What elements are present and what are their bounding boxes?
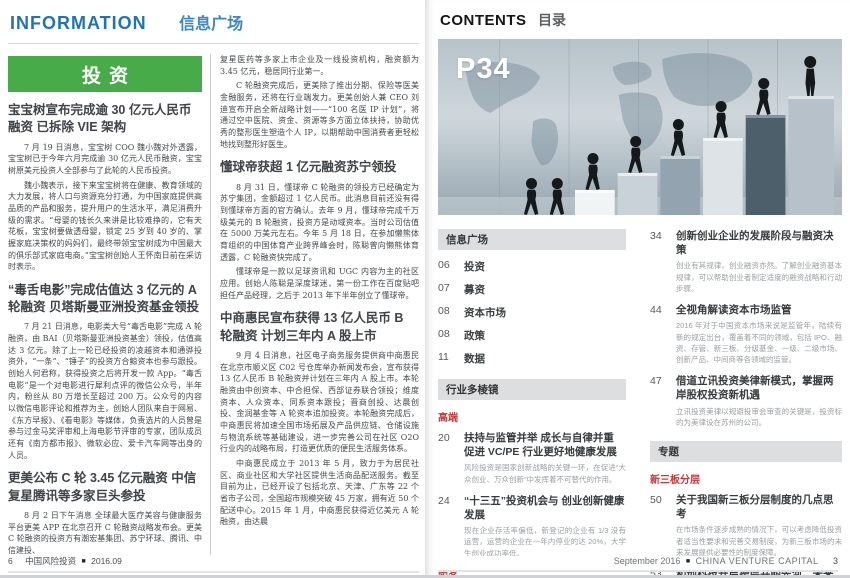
- contents-header: CONTENTS 目录: [438, 8, 842, 36]
- toc-entry-title: 借道立讯投资美律新模式，掌握两岸股权投资新机遇: [676, 374, 842, 402]
- article-title-dushe-movie: “毒舌电影”完成估值达 3 亿元的 A 轮融资 贝塔斯曼亚洲投资基金领投: [8, 282, 202, 317]
- right-footer-month: September 2016: [614, 556, 681, 566]
- toc-entry-title-line2: 促进 VC/PE 行业更好地健康发展: [464, 445, 626, 459]
- toc-column-left: 信息广场 06 投资 07 募资 08 资本市场 08 政策: [438, 229, 640, 578]
- left-page-header: INFORMATION 信息广场: [8, 8, 419, 44]
- article-title-dongqiudi: 懂球帝获超 1 亿元融资苏宁领投: [220, 159, 419, 176]
- toc-entry-title: 资本市场: [464, 305, 506, 320]
- toc-entry-34: 34 创新创业企业的发展阶段与融资决策 创业有其规律，创业融资亦然。了解创业融资…: [650, 229, 842, 294]
- article-paragraph: 中商惠民成立于 2013 年 5 月，致力于为居民社区、商业社区和大学社区提供生…: [220, 458, 419, 528]
- toc-entry-title: “十三五”投资机会与 创业创新健康发展: [464, 494, 626, 522]
- left-page-number: 6: [8, 556, 13, 566]
- left-page-columns: 投资 宝宝树宣布完成逾 30 亿元人民币融资 已拆除 VIE 架构 7 月 19…: [8, 54, 419, 560]
- hero-page-ref: P34: [456, 53, 511, 86]
- magazine-spread: INFORMATION 信息广场 投资 宝宝树宣布完成逾 30 亿元人民币融资 …: [0, 0, 850, 578]
- toc-page-number: 20: [438, 431, 464, 485]
- toc-entry-description: 2016 年对于中国资本市场来说是监管年，陆续有新的规定出台，覆盖着不同的领域，…: [676, 320, 842, 365]
- toc-sublabel-neeq-tiering: 新三板分层: [650, 471, 842, 486]
- toc-entry-body: 关于我国新三板分层制度的几点思考 在市场条件逐步成熟的情况下，可以考虑降低投资者…: [676, 493, 842, 558]
- article-paragraph: 懂球帝是一款以足球资讯和 UGC 内容为主的社区应用。创始人陈聪是深度球迷，第一…: [220, 266, 419, 301]
- toc-entry-title: 数据: [464, 351, 485, 366]
- article-paragraph-continued: 复星医药等多家上市企业及一线投资机构，融资额为 3.45 亿元，稳居同行业第一。: [220, 54, 419, 77]
- toc-entry-capital-market: 08 资本市场: [438, 305, 626, 320]
- article-title-zhongshang-huimin: 中商惠民宣布获得 13 亿人民币 B 轮融资 计划三年内 A 股上市: [220, 310, 419, 345]
- toc-entry-20: 20 扶持与监管并举 成长与自律并重 促进 VC/PE 行业更好地健康发展 风险…: [438, 431, 626, 485]
- information-title-zh: 信息广场: [179, 16, 243, 33]
- toc-page-number: 06: [438, 259, 464, 274]
- toc-page-number: 47: [650, 374, 676, 428]
- article-paragraph: 7 月 19 日消息，宝宝树 COO 魏小魏对外透露，宝宝树已于今年六月完成逾 …: [8, 142, 202, 177]
- toc-section-special-topic: 专题: [650, 441, 842, 462]
- toc-entry-24: 24 “十三五”投资机会与 创业创新健康发展 现在企业存活率偏低，新登记的企业有…: [438, 494, 626, 559]
- right-page-number: 3: [833, 556, 838, 566]
- toc-page-number: 11: [438, 351, 464, 366]
- toc-entry-50: 50 关于我国新三板分层制度的几点思考 在市场条件逐步成熟的情况下，可以考虑降低…: [650, 493, 842, 558]
- toc-entry-body: 全视角解读资本市场监管 2016 年对于中国资本市场来说是监管年，陆续有新的规定…: [676, 303, 842, 365]
- toc-entry-title: 募资: [464, 282, 485, 297]
- toc-entry-body: 借道立讯投资美律新模式，掌握两岸股权投资新机遇 立讯投资美律以规避投审会审查的关…: [676, 374, 842, 428]
- article-paragraph: C 轮融资完成后，更美除了推出分期、保险等医美金融服务，还将在行业端发力。更美创…: [220, 80, 419, 150]
- toc-page-number: 50: [650, 493, 676, 558]
- toc-entry-description: 在市场条件逐步成熟的情况下，可以考虑降低投资者适当性要求和完善交易制度，为新三板…: [676, 524, 842, 558]
- toc-section-info-plaza: 信息广场: [438, 229, 626, 250]
- toc-page-number: 08: [438, 328, 464, 343]
- article-paragraph: 魏小魏表示，接下来宝宝树将在健康、教育领域的大力发展，将人口与资源充分打通，为中…: [8, 180, 202, 273]
- toc-page-number: 08: [438, 305, 464, 320]
- toc-entry-description: 风险投资是国家创新战略的关键一环，在促进“大众创业、万众创新”中发挥着不可替代的…: [464, 462, 626, 485]
- toc-entry-fundraising: 07 募资: [438, 282, 626, 297]
- article-paragraph: 9 月 4 日消息，社区电子商务服务提供商中商惠民在北京市顺义区 C02 号仓库…: [220, 350, 419, 455]
- right-footer-brand: CHINA VENTURE CAPITAL: [696, 556, 819, 566]
- toc-entry-title: 投资: [464, 259, 485, 274]
- toc-page-number: 34: [650, 229, 676, 294]
- contents-title-en: CONTENTS: [440, 12, 527, 29]
- article-title-gengmei: 更美公布 C 轮 3.45 亿元融资 中信复星腾讯等多家巨头参投: [8, 470, 202, 505]
- hero-image-career-steps: P34: [438, 39, 842, 215]
- toc-entry-title: 关于我国新三板分层制度的几点思考: [676, 493, 842, 521]
- toc-sublabel-highend: 高端: [438, 409, 626, 424]
- left-page-footer: 6 中国风险投资 ■ 2016.09: [8, 555, 419, 573]
- toc-entry-title: 全视角解读资本市场监管: [676, 303, 842, 317]
- toc-entry-title: 政策: [464, 328, 485, 343]
- footer-square-separator: ■: [82, 558, 86, 565]
- toc-page-number: 07: [438, 282, 464, 297]
- toc-entry-44: 44 全视角解读资本市场监管 2016 年对于中国资本市场来说是监管年，陆续有新…: [650, 303, 842, 365]
- left-footer-date: 2016.09: [91, 556, 122, 566]
- toc-page-number: 44: [650, 303, 676, 365]
- toc-entry-title: 创新创业企业的发展阶段与融资决策: [676, 229, 842, 257]
- article-paragraph: 8 月 2 日下午消息 全球最大医疗美容与健康服务平台更美 APP 在北京召开 …: [8, 510, 202, 557]
- footer-square-separator: ■: [686, 558, 690, 565]
- section-badge-investment: 投资: [8, 56, 202, 92]
- toc-entry-description: 创业有其规律，创业融资亦然。了解创业融资基本规律，可以帮助创业者制定适度的融资战…: [676, 260, 842, 294]
- contents-title-zh: 目录: [538, 12, 566, 28]
- left-footer-brand: 中国风险投资: [25, 556, 76, 566]
- article-paragraph: 7 月 21 日消息，电影类大号“毒舌电影”完成 A 轮融资，由 BAI（贝塔斯…: [8, 321, 202, 461]
- toc-entry-body: 创新创业企业的发展阶段与融资决策 创业有其规律，创业融资亦然。了解创业融资基本规…: [676, 229, 842, 294]
- toc-entry-investment: 06 投资: [438, 259, 626, 274]
- toc-entry-47: 47 借道立讯投资美律新模式，掌握两岸股权投资新机遇 立讯投资美律以规避投审会审…: [650, 374, 842, 428]
- toc-page-number: 24: [438, 494, 464, 559]
- right-page-footer: September 2016 ■ CHINA VENTURE CAPITAL 3: [438, 556, 838, 572]
- information-title-en: INFORMATION: [10, 13, 147, 33]
- toc-entry-policy: 08 政策: [438, 328, 626, 343]
- toc-column-right: 34 创新创业企业的发展阶段与融资决策 创业有其规律，创业融资亦然。了解创业融资…: [640, 229, 842, 578]
- toc-entry-description: 现在企业存活率偏低，新登记的企业有 1/3 没有运营，运营的企业在一年内停业的达…: [464, 525, 626, 559]
- article-paragraph: 8 月 31 日，懂球帝 C 轮融资的领投方已经确定为苏宁集团，金额超过 1 亿…: [220, 182, 419, 264]
- toc-entry-title-line1: 扶持与监管并举 成长与自律并重: [464, 431, 626, 445]
- toc-entry-body: “十三五”投资机会与 创业创新健康发展 现在企业存活率偏低，新登记的企业有 1/…: [464, 494, 626, 559]
- toc-section-industry-prism: 行业多棱镜: [438, 379, 626, 400]
- page-left-information: INFORMATION 信息广场 投资 宝宝树宣布完成逾 30 亿元人民币融资 …: [0, 0, 425, 578]
- toc-entry-data: 11 数据: [438, 351, 626, 366]
- page-right-contents: CONTENTS 目录: [425, 0, 850, 578]
- left-column-1: 投资 宝宝树宣布完成逾 30 亿元人民币融资 已拆除 VIE 架构 7 月 19…: [8, 54, 210, 560]
- toc-columns: 信息广场 06 投资 07 募资 08 资本市场 08 政策: [438, 229, 842, 578]
- article-title-baobaoshu: 宝宝树宣布完成逾 30 亿元人民币融资 已拆除 VIE 架构: [8, 102, 202, 137]
- toc-entry-body: 扶持与监管并举 成长与自律并重 促进 VC/PE 行业更好地健康发展 风险投资是…: [464, 431, 626, 485]
- toc-entry-description: 立讯投资美律以规避投审会审查的关键是，投资标的为美律设在苏州的公司。: [676, 406, 842, 429]
- left-column-2: 复星医药等多家上市企业及一线投资机构，融资额为 3.45 亿元，稳居同行业第一。…: [211, 54, 419, 560]
